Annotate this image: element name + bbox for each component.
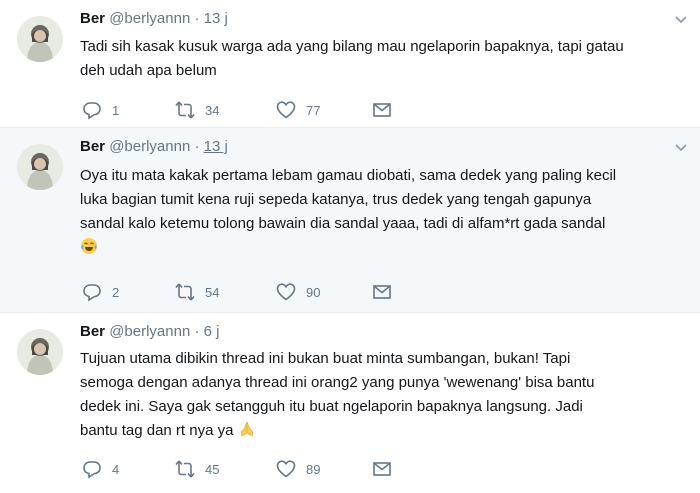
tweet-header: Ber @berlyannn · 6 j bbox=[80, 323, 219, 343]
like-count: 77 bbox=[306, 102, 321, 118]
retweet-count: 45 bbox=[205, 461, 220, 477]
tweet-text: Tadi sih kasak kusuk warga ada yang bila… bbox=[80, 35, 690, 83]
retweet-icon bbox=[175, 460, 195, 478]
reply-button[interactable]: 1 bbox=[82, 100, 119, 120]
reply-button[interactable]: 4 bbox=[82, 459, 119, 479]
face-with-tears-of-joy-icon bbox=[81, 238, 97, 254]
text-line-content: bantu tag dan rt nya ya bbox=[80, 422, 234, 439]
like-icon bbox=[276, 283, 296, 301]
tweet-thread: Ber @berlyannn · 13 j Tadi sih kasak kus… bbox=[0, 0, 700, 493]
tweet-1[interactable]: Ber @berlyannn · 13 j Tadi sih kasak kus… bbox=[0, 0, 700, 128]
retweet-button[interactable]: 45 bbox=[175, 459, 219, 479]
tweet-3[interactable]: Ber @berlyannn · 6 j Tujuan utama dibiki… bbox=[0, 313, 700, 493]
folded-hands-icon bbox=[240, 421, 253, 437]
like-button[interactable]: 90 bbox=[276, 282, 320, 302]
text-line: Tadi sih kasak kusuk warga ada yang bila… bbox=[80, 38, 624, 55]
like-button[interactable]: 77 bbox=[276, 100, 320, 120]
like-count: 90 bbox=[306, 284, 321, 300]
author-handle[interactable]: @berlyannn bbox=[109, 323, 190, 340]
tweet-time[interactable]: 13 j bbox=[204, 10, 228, 27]
like-button[interactable]: 89 bbox=[276, 459, 320, 479]
author-handle[interactable]: @berlyannn bbox=[109, 10, 190, 27]
reply-icon bbox=[83, 102, 101, 120]
text-line: Tujuan utama dibikin thread ini bukan bu… bbox=[80, 350, 571, 367]
chevron-down-icon[interactable] bbox=[674, 140, 688, 154]
author-name[interactable]: Ber bbox=[80, 323, 105, 340]
reply-button[interactable]: 2 bbox=[82, 282, 119, 302]
text-line: deh udah apa belum bbox=[80, 62, 217, 79]
text-line: bantu tag dan rt nya ya bbox=[80, 419, 690, 443]
avatar[interactable] bbox=[17, 144, 63, 190]
reply-count: 2 bbox=[112, 284, 120, 300]
author-name[interactable]: Ber bbox=[80, 138, 105, 155]
tweet-header: Ber @berlyannn · 13 j bbox=[80, 138, 228, 158]
tweet-text: Oya itu mata kakak pertama lebam gamau d… bbox=[80, 164, 690, 260]
text-line: semoga dengan adanya thread ini orang2 y… bbox=[80, 374, 595, 391]
tweet-text: Tujuan utama dibikin thread ini bukan bu… bbox=[80, 347, 690, 443]
reply-count: 4 bbox=[112, 461, 120, 477]
tweet-2[interactable]: Ber @berlyannn · 13 j Oya itu mata kakak… bbox=[0, 128, 700, 313]
chevron-down-icon[interactable] bbox=[674, 12, 688, 26]
tweet-actions: 2 54 90 bbox=[80, 282, 400, 302]
tweet-actions: 4 45 89 bbox=[80, 459, 400, 479]
retweet-count: 54 bbox=[205, 284, 220, 300]
tweet-actions: 1 34 77 bbox=[80, 100, 400, 120]
emoji-line bbox=[80, 236, 690, 260]
author-name[interactable]: Ber bbox=[80, 10, 105, 27]
tweet-header: Ber @berlyannn · 13 j bbox=[80, 10, 228, 30]
retweet-button[interactable]: 34 bbox=[175, 100, 219, 120]
message-button[interactable] bbox=[372, 459, 392, 479]
reply-icon bbox=[83, 284, 101, 302]
separator-dot: · bbox=[194, 10, 200, 27]
like-icon bbox=[276, 101, 296, 119]
like-icon bbox=[276, 460, 296, 478]
text-line: dedek ini. Saya gak setangguh itu buat n… bbox=[80, 398, 583, 415]
text-line: luka bagian tumit kena ruji sepeda katan… bbox=[80, 191, 592, 208]
tweet-time[interactable]: 6 j bbox=[204, 323, 220, 340]
message-icon bbox=[373, 462, 391, 476]
message-button[interactable] bbox=[372, 282, 392, 302]
reply-icon bbox=[83, 461, 101, 479]
reply-count: 1 bbox=[112, 102, 120, 118]
message-icon bbox=[373, 103, 391, 117]
retweet-button[interactable]: 54 bbox=[175, 282, 219, 302]
separator-dot: · bbox=[194, 323, 200, 340]
retweet-icon bbox=[175, 101, 195, 119]
message-icon bbox=[373, 285, 391, 299]
author-handle[interactable]: @berlyannn bbox=[109, 138, 190, 155]
message-button[interactable] bbox=[372, 100, 392, 120]
avatar[interactable] bbox=[17, 16, 63, 62]
retweet-count: 34 bbox=[205, 102, 220, 118]
separator-dot: · bbox=[194, 138, 200, 155]
avatar[interactable] bbox=[17, 329, 63, 375]
text-line: Oya itu mata kakak pertama lebam gamau d… bbox=[80, 167, 617, 184]
tweet-time[interactable]: 13 j bbox=[204, 138, 228, 155]
text-line: sandal kalo ketemu tolong bawain dia san… bbox=[80, 215, 606, 232]
like-count: 89 bbox=[306, 461, 321, 477]
retweet-icon bbox=[175, 283, 195, 301]
